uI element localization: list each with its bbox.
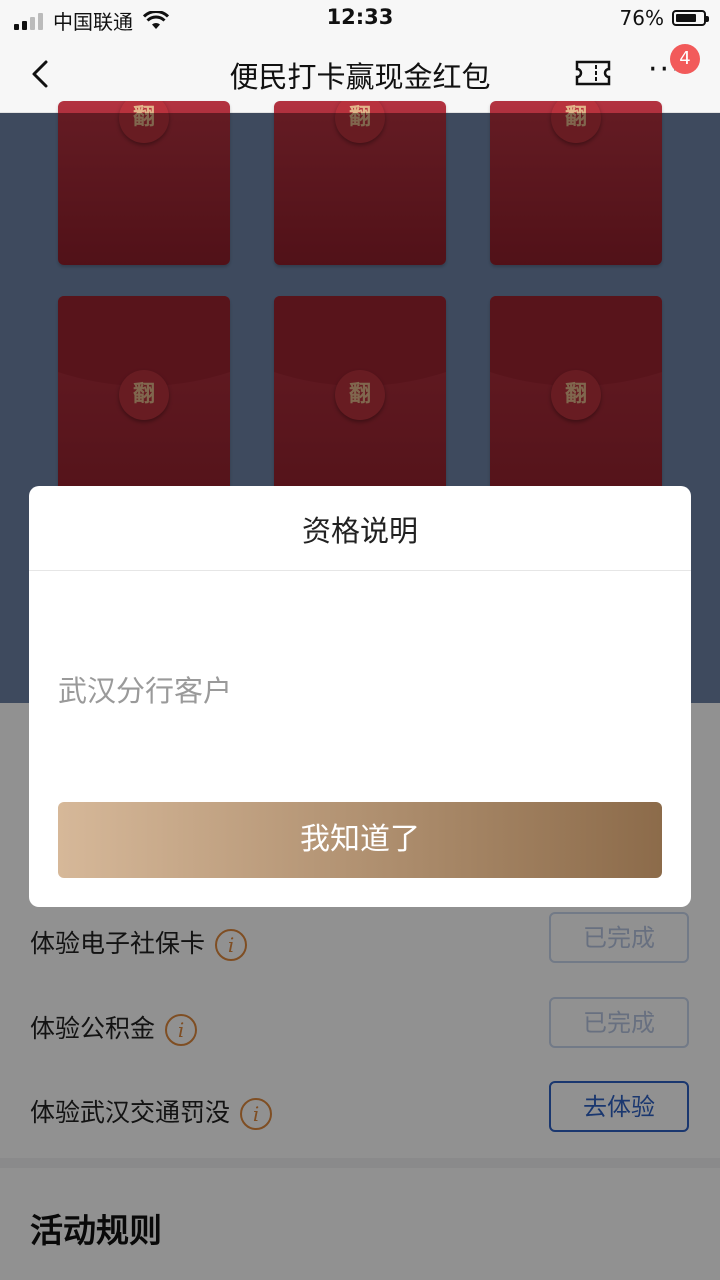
- dialog-body: 武汉分行客户: [58, 674, 233, 708]
- dialog-divider: [29, 570, 691, 571]
- clock: 12:33: [326, 5, 394, 29]
- confirm-button[interactable]: 我知道了: [58, 802, 662, 878]
- dialog-title: 资格说明: [301, 514, 418, 548]
- ticket-icon[interactable]: [574, 58, 612, 88]
- eligibility-dialog: 资格说明 武汉分行客户 我知道了: [29, 486, 691, 907]
- status-bar: 中国联通 12:33 76%: [0, 0, 720, 36]
- battery-percent: 76%: [619, 6, 664, 30]
- page-title: 便民打卡赢现金红包: [229, 60, 491, 94]
- notification-badge: 4: [670, 44, 700, 74]
- battery-icon: [672, 10, 709, 26]
